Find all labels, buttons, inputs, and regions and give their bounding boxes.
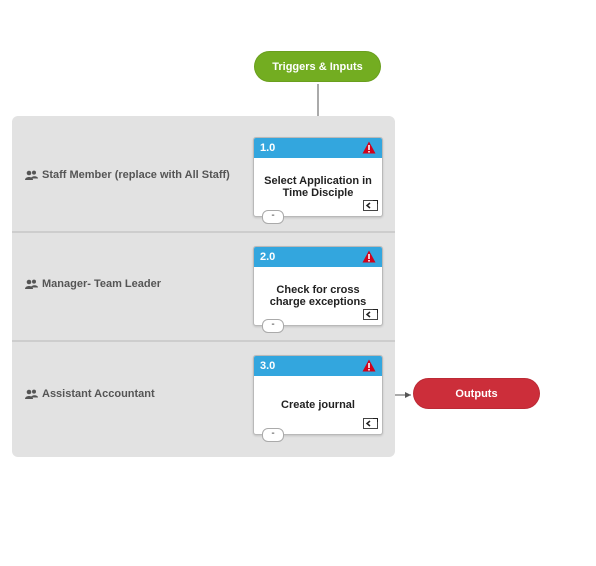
lane-label-text: Staff Member (replace with All Staff) [42, 169, 230, 181]
step-title: Select Application in Time Disciple [264, 175, 372, 199]
end-terminator[interactable]: Outputs [413, 378, 540, 409]
lane-manager[interactable]: Manager- Team Leader [25, 278, 161, 290]
step-header: 3.0 [254, 356, 382, 376]
step-title: Check for cross charge exceptions [269, 284, 367, 308]
step-number: 2.0 [260, 251, 276, 263]
people-icon [25, 279, 38, 289]
end-label: Outputs [455, 387, 498, 400]
link-icon[interactable] [363, 309, 378, 320]
start-label: Triggers & Inputs [272, 60, 363, 73]
step-card-1[interactable]: 1.0 Select Application in Time Disciple … [253, 137, 383, 224]
step-header: 1.0 [254, 138, 382, 158]
people-icon [25, 170, 38, 180]
warning-icon[interactable] [362, 250, 376, 263]
link-icon[interactable] [363, 200, 378, 211]
link-icon[interactable] [363, 418, 378, 429]
step-title: Create journal [281, 399, 355, 411]
lane-label-text: Assistant Accountant [42, 388, 155, 400]
start-terminator[interactable]: Triggers & Inputs [254, 51, 381, 82]
collapse-toggle[interactable]: - [262, 319, 284, 333]
lane-label-text: Manager- Team Leader [42, 278, 162, 290]
collapse-toggle[interactable]: - [262, 210, 284, 224]
lane-divider [12, 231, 395, 233]
lane-assistant-accountant[interactable]: Assistant Accountant [25, 388, 155, 400]
people-icon [25, 389, 38, 399]
step-number: 3.0 [260, 360, 276, 372]
step-header: 2.0 [254, 247, 382, 267]
step-card-2[interactable]: 2.0 Check for cross charge exceptions - [253, 246, 383, 333]
lane-divider [12, 340, 395, 342]
step-number: 1.0 [260, 142, 276, 154]
warning-icon[interactable] [362, 359, 376, 372]
step-card-3[interactable]: 3.0 Create journal - [253, 355, 383, 442]
warning-icon[interactable] [362, 141, 376, 154]
lane-staff-member[interactable]: Staff Member (replace with All Staff) [25, 169, 230, 181]
collapse-toggle[interactable]: - [262, 428, 284, 442]
